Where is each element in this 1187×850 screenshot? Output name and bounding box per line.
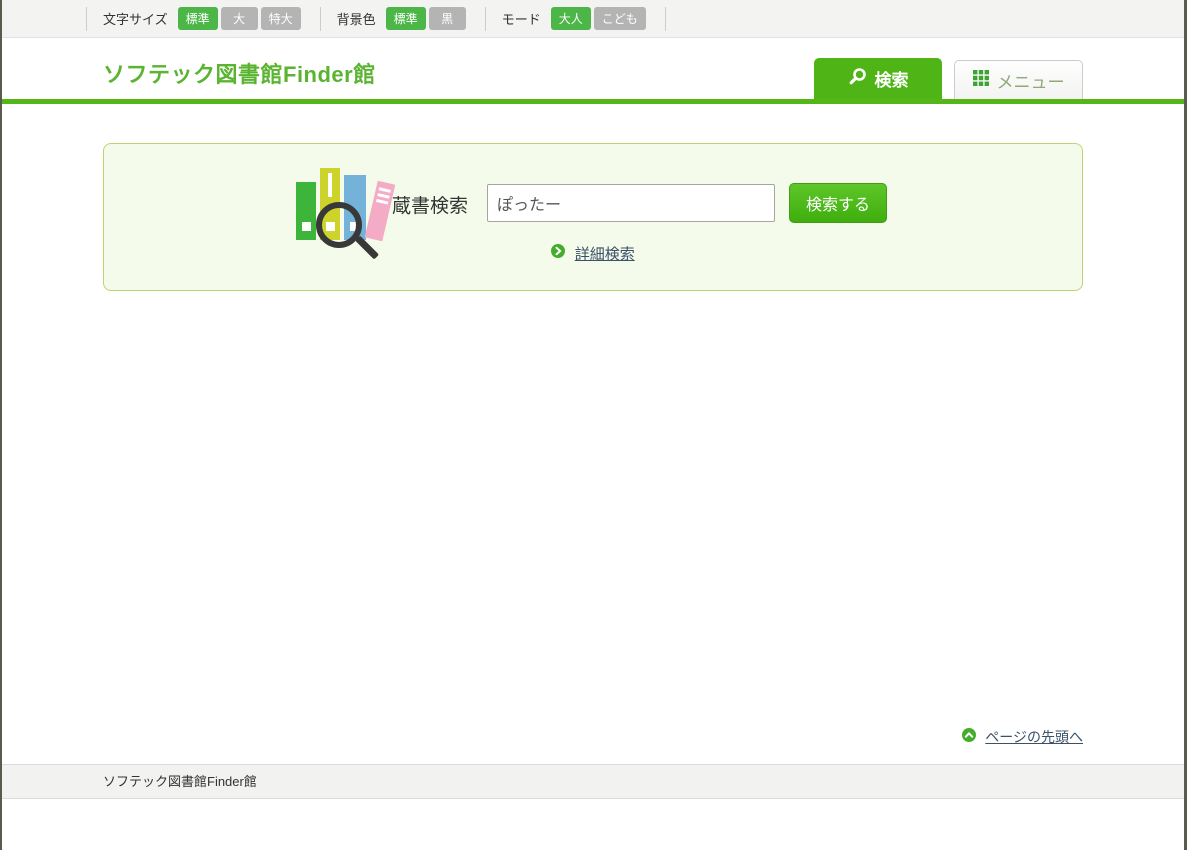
- search-submit-button[interactable]: 検索する: [789, 183, 887, 223]
- accessibility-toolbar: 文字サイズ 標準 大 特大 背景色 標準 黒 モード 大人 こども: [2, 0, 1184, 38]
- font-size-xlarge-button[interactable]: 特大: [261, 7, 301, 30]
- font-size-large-button[interactable]: 大: [221, 7, 258, 30]
- book-shape-pink: [365, 181, 396, 242]
- book-shape-green: [296, 182, 316, 240]
- font-size-label: 文字サイズ: [103, 9, 168, 28]
- chevron-up-circle-icon: [962, 729, 980, 746]
- header-tabs: 検索 メニュー: [814, 58, 1083, 99]
- tab-search[interactable]: 検索: [814, 58, 942, 99]
- header: ソフテック図書館Finder館 検索 メニュー: [2, 38, 1184, 99]
- font-size-group: 文字サイズ 標準 大 特大: [86, 7, 321, 31]
- collection-search-panel: 蔵書検索 検索する 詳細検索: [103, 143, 1083, 291]
- main-inner: 蔵書検索 検索する 詳細検索 ページの先頭へ: [103, 104, 1083, 764]
- tab-menu-label: メニュー: [997, 68, 1065, 93]
- page-top-row: ページの先頭へ: [962, 727, 1083, 747]
- grid-icon: [973, 70, 989, 91]
- background-color-group: 背景色 標準 黒: [321, 7, 486, 31]
- main-content: 蔵書検索 検索する 詳細検索 ページの先頭へ: [2, 104, 1184, 764]
- advanced-search-link[interactable]: 詳細検索: [575, 246, 635, 263]
- footer: ソフテック図書館Finder館: [2, 764, 1184, 799]
- header-inner: ソフテック図書館Finder館 検索 メニュー: [103, 38, 1083, 99]
- background-black-button[interactable]: 黒: [429, 7, 466, 30]
- font-size-standard-button[interactable]: 標準: [178, 7, 218, 30]
- tab-search-label: 検索: [875, 66, 909, 91]
- footer-site-name: ソフテック図書館Finder館: [103, 765, 1083, 798]
- mode-group: モード 大人 こども: [486, 7, 666, 31]
- page-top-link[interactable]: ページの先頭へ: [985, 729, 1083, 745]
- library-search-page: { "accessibility_bar": { "font_size": { …: [0, 0, 1187, 850]
- accessibility-toolbar-inner: 文字サイズ 標準 大 特大 背景色 標準 黒 モード 大人 こども: [86, 0, 1100, 37]
- magnifier-icon: [848, 67, 867, 91]
- search-input[interactable]: [487, 184, 775, 222]
- advanced-search-row: 詳細検索: [104, 243, 1082, 264]
- background-standard-button[interactable]: 標準: [386, 7, 426, 30]
- collection-search-label: 蔵書検索: [392, 191, 468, 218]
- tab-menu[interactable]: メニュー: [954, 60, 1083, 99]
- site-title: ソフテック図書館Finder館: [103, 57, 376, 89]
- mode-kids-button[interactable]: こども: [594, 7, 646, 30]
- mode-adult-button[interactable]: 大人: [551, 7, 591, 30]
- chevron-right-circle-icon: [551, 245, 569, 262]
- mode-label: モード: [502, 9, 541, 28]
- background-color-label: 背景色: [337, 9, 376, 28]
